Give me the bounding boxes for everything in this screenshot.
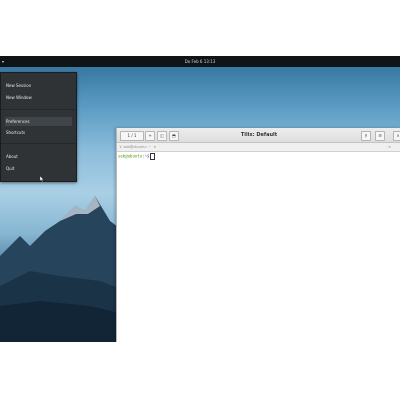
menu-item-about[interactable]: About xyxy=(5,152,72,161)
session-count: 1 / 1 xyxy=(127,133,137,138)
terminal-headerbar: 1 / 1 + ◫ ⬒ Tilix: Default ⚲ ☰ × xyxy=(117,128,400,143)
menu-item-shortcuts[interactable]: Shortcuts xyxy=(5,128,72,137)
add-session-button[interactable]: + xyxy=(145,131,155,141)
prompt-path: :~$ xyxy=(142,153,150,159)
prompt-user: seb@ubuntu xyxy=(118,153,143,159)
top-panel: ▾ Do Feb 6 13:13 xyxy=(0,56,400,67)
close-icon[interactable]: × xyxy=(393,131,400,141)
split-vertical-icon[interactable]: ⬒ xyxy=(169,131,179,141)
menu-item-new-session[interactable]: New Session xyxy=(5,81,72,90)
terminal-window: 1 / 1 + ◫ ⬒ Tilix: Default ⚲ ☰ × 1: seb@… xyxy=(116,128,400,342)
search-icon[interactable]: ⚲ xyxy=(361,131,371,141)
menu-item-quit[interactable]: Quit xyxy=(5,164,72,173)
app-menu-popup: New Session New Window Preferences Short… xyxy=(0,72,77,182)
terminal-close-icon[interactable]: × xyxy=(388,143,391,151)
terminal-prompt[interactable]: seb@ubuntu:~$ xyxy=(118,153,156,160)
mouse-pointer-icon xyxy=(40,176,44,182)
text-cursor xyxy=(150,153,156,160)
terminal-titlebar: 1: seb@ubuntu: ~ ▾ × xyxy=(117,143,400,152)
menu-item-preferences[interactable]: Preferences xyxy=(5,117,72,126)
desktop: ▾ Do Feb 6 13:13 New Session New Window … xyxy=(0,56,400,342)
split-horizontal-icon[interactable]: ◫ xyxy=(157,131,167,141)
menu-separator xyxy=(1,143,76,144)
chevron-down-icon[interactable]: ▾ xyxy=(154,145,156,149)
menu-item-new-window[interactable]: New Window xyxy=(5,93,72,102)
clock[interactable]: Do Feb 6 13:13 xyxy=(0,56,400,67)
window-title: Tilix: Default xyxy=(240,132,278,138)
menu-separator xyxy=(1,109,76,110)
session-switcher-button[interactable]: 1 / 1 xyxy=(120,131,144,141)
terminal-tab-label[interactable]: 1: seb@ubuntu: ~ xyxy=(119,145,151,149)
menu-icon[interactable]: ☰ xyxy=(375,131,385,141)
